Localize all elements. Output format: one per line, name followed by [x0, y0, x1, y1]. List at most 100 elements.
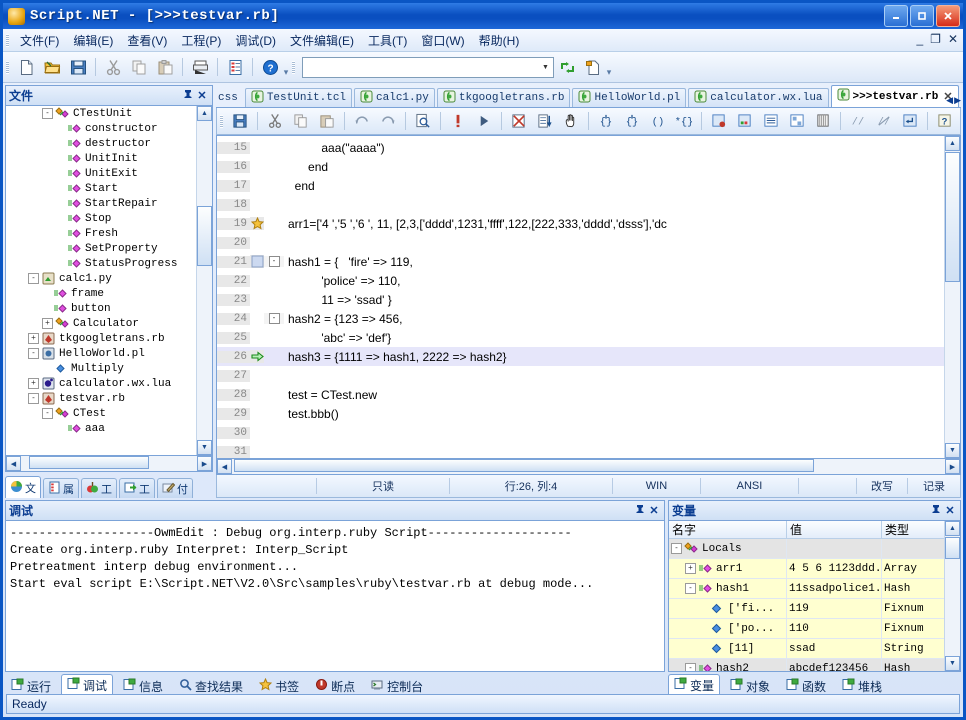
scroll-up-arrow-icon[interactable]: ▲	[197, 106, 212, 121]
tree-item[interactable]: button	[6, 301, 197, 316]
hscroll-thumb[interactable]	[29, 456, 149, 469]
tree-expander-collapse-icon[interactable]: -	[685, 663, 696, 671]
left-dock-tab-4[interactable]: 付	[157, 478, 193, 498]
variables-grid[interactable]: 名字 值 类型 - Locals + arr1 4 5 6 1123ddd...Arra…	[668, 520, 961, 672]
step-into-icon[interactable]: {}	[594, 109, 618, 133]
code-line[interactable]: 27	[217, 366, 960, 385]
scroll-thumb[interactable]	[945, 537, 960, 559]
scroll-down-arrow-icon[interactable]: ▼	[197, 440, 212, 455]
editor-toolbar-grip-handle[interactable]	[220, 114, 223, 128]
editor-tab-css[interactable]: css	[216, 89, 243, 107]
code-line[interactable]: 15 aaa("aaaa")	[217, 138, 960, 157]
left-dock-tab-0[interactable]: 文	[5, 476, 41, 498]
tree-expander-expand-icon[interactable]: +	[28, 378, 39, 389]
find-icon[interactable]	[411, 109, 435, 133]
tree-expander-expand-icon[interactable]: +	[42, 318, 53, 329]
tree-item[interactable]: UnitExit	[6, 166, 197, 181]
indent-icon[interactable]	[898, 109, 922, 133]
debug-output-box[interactable]: --------------------OwmEdit : Debug org.…	[5, 520, 665, 672]
editor-tab-calculator-wx-lua[interactable]: calculator.wx.lua	[688, 88, 829, 107]
copy-icon[interactable]	[289, 109, 313, 133]
editor-tab-testunit-tcl[interactable]: TestUnit.tcl	[244, 88, 353, 107]
debug-stop-icon[interactable]	[507, 109, 531, 133]
close-button[interactable]	[936, 5, 960, 27]
code-line[interactable]: 30	[217, 423, 960, 442]
variable-name-cell[interactable]: ['po...	[669, 619, 787, 638]
tree-item[interactable]: StatusProgress	[6, 256, 197, 271]
variable-name-cell[interactable]: [11]	[669, 639, 787, 658]
combo-toolbar-grip-handle[interactable]	[292, 60, 295, 74]
column-header-type[interactable]: 类型	[882, 521, 947, 538]
variable-name-cell[interactable]: ['fi...	[669, 599, 787, 618]
variables-tab-堆栈[interactable]: 堆栈	[836, 676, 888, 696]
search-combo-box[interactable]: ▼	[302, 56, 554, 78]
close-icon[interactable]: ✕	[943, 504, 957, 517]
step-over-icon[interactable]	[533, 109, 557, 133]
editor-tab-calc1-py[interactable]: calc1.py	[354, 88, 435, 107]
menu-item-window[interactable]: 窗口(W)	[414, 30, 471, 51]
tree-expander-collapse-icon[interactable]: -	[42, 108, 53, 119]
bottom-tab-控制台[interactable]: 控制台	[365, 676, 429, 696]
variables-vscrollbar[interactable]: ▲ ▼	[944, 521, 960, 671]
code-line[interactable]: 21 - hash1 = { 'fire' => 119,	[217, 252, 960, 271]
editor-hscrollbar[interactable]: ◀ ▶	[216, 459, 961, 475]
tree-expander-collapse-icon[interactable]: -	[685, 583, 696, 594]
new-project-icon[interactable]	[581, 55, 605, 79]
variables-row[interactable]: ['fi... 119 Fixnum	[669, 599, 960, 619]
code-line[interactable]: 18	[217, 195, 960, 214]
cut-icon[interactable]	[101, 55, 125, 79]
code-line[interactable]: 31	[217, 442, 960, 458]
tree-item[interactable]: constructor	[6, 121, 197, 136]
scroll-thumb[interactable]	[945, 152, 960, 282]
scroll-down-arrow-icon[interactable]: ▼	[945, 443, 960, 458]
save-icon[interactable]	[66, 55, 90, 79]
scroll-up-arrow-icon[interactable]: ▲	[945, 136, 960, 151]
pin-icon[interactable]	[633, 504, 647, 518]
scroll-thumb[interactable]	[197, 206, 212, 266]
tree-expander-collapse-icon[interactable]: -	[671, 543, 682, 554]
hscroll-track[interactable]	[232, 459, 945, 474]
hscroll-thumb[interactable]	[234, 459, 814, 472]
variables-row[interactable]: [11] ssad String	[669, 639, 960, 659]
code-line[interactable]: 26 hash3 = {1111 => hash1, 2222 => hash2}	[217, 347, 960, 366]
hscroll-track[interactable]	[21, 456, 197, 471]
print-icon[interactable]	[188, 55, 212, 79]
code-line[interactable]: 23 11 => 'ssad' }	[217, 290, 960, 309]
tree-item[interactable]: aaa	[6, 421, 197, 436]
current-line-arrow-icon[interactable]	[250, 350, 264, 363]
menu-item-file-edit[interactable]: 文件编辑(E)	[283, 30, 361, 51]
tree-item[interactable]: + Calculator	[6, 316, 197, 331]
run-to-cursor-icon[interactable]: *{}	[672, 109, 696, 133]
scroll-right-arrow-icon[interactable]: ▶	[945, 459, 960, 474]
status-record-macro[interactable]: 记录	[907, 478, 960, 494]
help-icon[interactable]: ?	[258, 55, 282, 79]
tree-expander-expand-icon[interactable]: +	[28, 333, 39, 344]
variables-rows[interactable]: - Locals + arr1 4 5 6 1123ddd...Array - hash1 1…	[669, 539, 960, 671]
variables-tab-对象[interactable]: 对象	[724, 676, 776, 696]
bookmark-star-icon[interactable]	[250, 217, 264, 230]
hand-icon[interactable]	[559, 109, 583, 133]
variable-name-cell[interactable]: - hash2	[669, 659, 787, 671]
memory-icon[interactable]	[811, 109, 835, 133]
help-icon[interactable]: ?	[933, 109, 957, 133]
bottom-tab-运行[interactable]: 运行	[5, 676, 57, 696]
paste-icon[interactable]	[315, 109, 339, 133]
callstack-icon[interactable]	[785, 109, 809, 133]
save-icon[interactable]	[228, 109, 252, 133]
tree-item[interactable]: - calc1.py	[6, 271, 197, 286]
tree-item[interactable]: - testvar.rb	[6, 391, 197, 406]
menu-item-project[interactable]: 工程(P)	[174, 30, 228, 51]
code-line[interactable]: 17 end	[217, 176, 960, 195]
code-line[interactable]: 24 - hash2 = {123 => 456,	[217, 309, 960, 328]
fold-collapse-icon[interactable]: -	[264, 256, 284, 267]
variables-row[interactable]: - hash2 abcdef123456 Hash	[669, 659, 960, 671]
scroll-right-arrow-icon[interactable]: ▶	[197, 456, 212, 471]
comment-icon[interactable]: //	[846, 109, 870, 133]
uncomment-icon[interactable]: //	[872, 109, 896, 133]
menu-item-view[interactable]: 查看(V)	[120, 30, 174, 51]
breakpoint-box-icon[interactable]	[250, 255, 264, 268]
redo-icon[interactable]	[376, 109, 400, 133]
close-icon[interactable]: ✕	[647, 504, 661, 517]
tree-expander-collapse-icon[interactable]: -	[42, 408, 53, 419]
stop-icon[interactable]	[446, 109, 470, 133]
